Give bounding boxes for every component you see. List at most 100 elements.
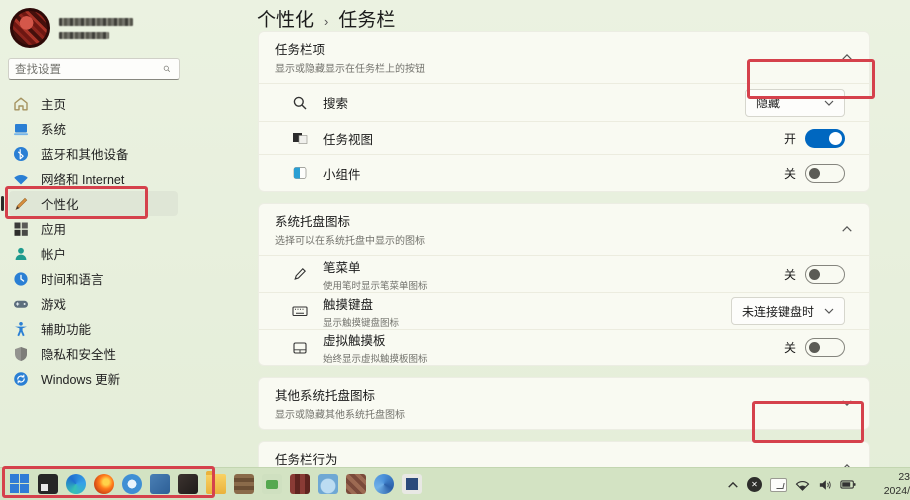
privacy-icon bbox=[15, 346, 27, 361]
time-language-icon bbox=[14, 271, 28, 286]
pixelated-app-5-icon[interactable] bbox=[346, 474, 366, 494]
apps-icon bbox=[14, 222, 28, 236]
search-placeholder: 查找设置 bbox=[15, 64, 61, 76]
section-taskbar-items: 任务栏项 显示或隐藏显示在任务栏上的按钮 搜索 隐藏 任务视图 开 小组件 关 bbox=[258, 31, 870, 192]
row-label: 触摸键盘 显示触摸键盘图标 bbox=[323, 297, 400, 329]
section-system-tray: 系统托盘图标 选择可以在系统托盘中显示的图标 笔菜单 使用笔时显示笔菜单图标 关… bbox=[258, 203, 870, 366]
pen-icon bbox=[294, 268, 306, 280]
breadcrumb: 个性化 › 任务栏 bbox=[257, 5, 395, 32]
section-other-tray: 其他系统托盘图标 显示或隐藏其他系统托盘图标 bbox=[258, 377, 870, 430]
chevron-up-icon[interactable] bbox=[727, 481, 739, 489]
breadcrumb-parent[interactable]: 个性化 bbox=[257, 5, 314, 32]
settings-main: 个性化 › 任务栏 任务栏项 显示或隐藏显示在任务栏上的按钮 搜索 隐藏 任务视… bbox=[243, 0, 910, 500]
edge-icon[interactable] bbox=[66, 474, 86, 494]
avatar[interactable] bbox=[10, 8, 50, 48]
row-touch-keyboard: 触摸键盘 显示触摸键盘图标 未连接键盘时 bbox=[259, 292, 869, 329]
section-subtitle: 显示或隐藏其他系统托盘图标 bbox=[275, 410, 405, 421]
sidebar-item-personalization[interactable]: 个性化 bbox=[0, 191, 238, 216]
firefox-icon[interactable] bbox=[94, 474, 114, 494]
row-task-view: 任务视图 开 bbox=[259, 121, 869, 154]
section-subtitle: 选择可以在系统托盘中显示的图标 bbox=[275, 236, 425, 247]
system-tray: ✕ 23 2024/ bbox=[727, 468, 910, 500]
section-system-tray-header[interactable]: 系统托盘图标 选择可以在系统托盘中显示的图标 bbox=[259, 204, 869, 255]
sidebar-item-apps[interactable]: 应用 bbox=[0, 216, 238, 241]
pixelated-app-4-icon[interactable] bbox=[318, 474, 338, 494]
chevron-up-icon[interactable] bbox=[841, 53, 853, 61]
volume-icon[interactable] bbox=[818, 479, 832, 491]
pixelated-app-1-icon[interactable] bbox=[234, 474, 254, 494]
chevron-down-icon bbox=[824, 308, 834, 314]
close-circle-icon[interactable]: ✕ bbox=[747, 477, 762, 492]
sidebar-item-home[interactable]: 主页 bbox=[0, 91, 238, 116]
section-title: 任务栏行为 bbox=[275, 453, 338, 467]
bluetooth-icon bbox=[14, 146, 28, 161]
section-taskbar-items-header[interactable]: 任务栏项 显示或隐藏显示在任务栏上的按钮 bbox=[259, 32, 869, 83]
dark-square-app-icon[interactable] bbox=[38, 474, 58, 494]
start-icon[interactable] bbox=[10, 474, 30, 494]
taskbar-clock[interactable]: 23 2024/ bbox=[868, 471, 910, 497]
chevron-up-icon[interactable] bbox=[841, 225, 853, 233]
user-profile[interactable] bbox=[10, 8, 133, 48]
section-title: 系统托盘图标 bbox=[275, 215, 351, 229]
section-title: 任务栏项 bbox=[275, 43, 326, 57]
sidebar-item-accounts[interactable]: 帐户 bbox=[0, 241, 238, 266]
dark-app-icon[interactable] bbox=[178, 474, 198, 494]
taskbar-apps bbox=[10, 471, 422, 494]
section-other-tray-header[interactable]: 其他系统托盘图标 显示或隐藏其他系统托盘图标 bbox=[259, 378, 869, 429]
chevron-down-icon bbox=[824, 100, 834, 106]
search-icon bbox=[293, 96, 307, 109]
sidebar-item-accessibility[interactable]: 辅助功能 bbox=[0, 316, 238, 341]
row-virtual-touchpad: 虚拟触摸板 始终显示虚拟触摸板图标 关 bbox=[259, 329, 869, 365]
blue-circle-app-icon[interactable] bbox=[122, 474, 142, 494]
system-icon bbox=[14, 123, 28, 135]
touch-keyboard-dropdown[interactable]: 未连接键盘时 bbox=[731, 297, 845, 325]
pixelated-app-2-icon[interactable] bbox=[262, 474, 282, 494]
sidebar-item-network[interactable]: 网络和 Internet bbox=[0, 166, 238, 191]
sidebar-item-time-language[interactable]: 时间和语言 bbox=[0, 266, 238, 291]
pixelated-app-6-icon[interactable] bbox=[374, 474, 394, 494]
row-pen-menu: 笔菜单 使用笔时显示笔菜单图标 关 bbox=[259, 255, 869, 292]
section-subtitle: 显示或隐藏显示在任务栏上的按钮 bbox=[275, 64, 425, 75]
clock-date: 2024/ bbox=[883, 484, 910, 497]
row-label: 搜索 bbox=[323, 97, 349, 111]
sidebar-item-windows-update[interactable]: Windows 更新 bbox=[0, 366, 238, 391]
row-label: 笔菜单 使用笔时显示笔菜单图标 bbox=[323, 260, 428, 292]
wifi-icon[interactable] bbox=[795, 479, 810, 491]
file-explorer-icon[interactable] bbox=[206, 471, 226, 494]
task-view-toggle[interactable] bbox=[805, 128, 845, 148]
personalization-icon bbox=[15, 197, 28, 210]
accessibility-icon bbox=[15, 321, 27, 336]
sidebar-item-bluetooth[interactable]: 蓝牙和其他设备 bbox=[0, 141, 238, 166]
pixelated-app-7-icon[interactable] bbox=[402, 474, 422, 494]
sidebar-item-privacy[interactable]: 隐私和安全性 bbox=[0, 341, 238, 366]
toggle-state-label: 开 bbox=[783, 131, 796, 146]
windows-taskbar: ✕ 23 2024/ bbox=[0, 467, 910, 500]
user-name-censored bbox=[59, 17, 133, 39]
settings-search-box[interactable]: 查找设置 bbox=[8, 58, 180, 80]
toggle-state-label: 关 bbox=[783, 166, 796, 181]
widgets-icon bbox=[293, 167, 307, 179]
settings-sidebar: 查找设置 主页 系统 蓝牙和其他设备 网络和 Internet 个性化 应用 帐… bbox=[0, 0, 238, 467]
clock-time: 23 bbox=[898, 471, 910, 484]
sidebar-item-gaming[interactable]: 游戏 bbox=[0, 291, 238, 316]
breadcrumb-current: 任务栏 bbox=[338, 10, 396, 31]
breadcrumb-separator-icon: › bbox=[324, 14, 329, 29]
widgets-toggle[interactable] bbox=[805, 163, 845, 183]
touch-keyboard-tray-icon[interactable] bbox=[770, 477, 787, 492]
virtual-touchpad-toggle[interactable] bbox=[805, 338, 845, 357]
pen-menu-toggle[interactable] bbox=[805, 264, 845, 284]
sidebar-item-system[interactable]: 系统 bbox=[0, 116, 238, 141]
chevron-down-icon[interactable] bbox=[841, 399, 853, 407]
touch-keyboard-icon bbox=[292, 306, 308, 317]
blue-app-icon[interactable] bbox=[150, 474, 170, 494]
sidebar-nav: 主页 系统 蓝牙和其他设备 网络和 Internet 个性化 应用 帐户 时间和… bbox=[0, 91, 238, 391]
search-visibility-dropdown[interactable]: 隐藏 bbox=[745, 88, 845, 117]
pixelated-app-3-icon[interactable] bbox=[290, 474, 310, 494]
battery-icon[interactable] bbox=[840, 479, 856, 490]
gaming-icon bbox=[14, 300, 28, 308]
section-title: 其他系统托盘图标 bbox=[275, 389, 376, 403]
toggle-state-label: 关 bbox=[783, 341, 796, 355]
home-icon bbox=[14, 97, 28, 110]
row-label: 任务视图 bbox=[323, 132, 374, 147]
task-view-icon bbox=[293, 133, 308, 144]
